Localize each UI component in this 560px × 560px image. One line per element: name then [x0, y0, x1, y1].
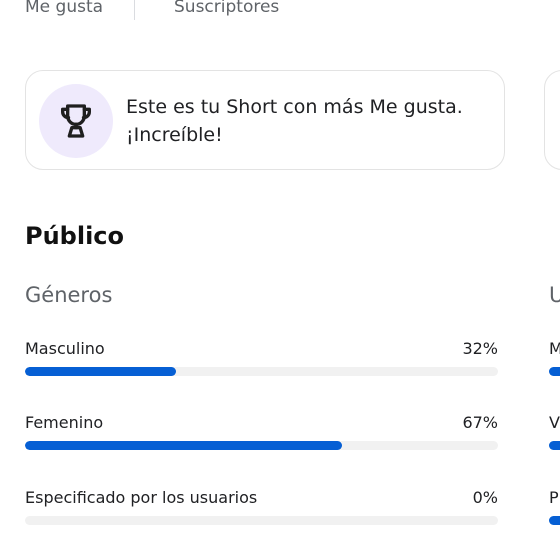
next-panel-title-peek: U [549, 283, 560, 307]
next-panel-row-peek: V [549, 413, 560, 453]
gender-percent: 67% [462, 413, 498, 432]
highlight-line-1: Este es tu Short con más Me gusta. [126, 96, 463, 118]
progress-fill [25, 367, 177, 376]
next-highlight-card-peek[interactable] [544, 70, 560, 170]
top-short-highlight-card[interactable]: Este es tu Short con más Me gusta. ¡Incr… [25, 70, 505, 170]
next-panel-row-peek: M [549, 339, 560, 379]
progress-track [25, 441, 498, 450]
trophy-badge [39, 84, 113, 158]
progress-track [25, 367, 498, 376]
gender-label: Femenino [25, 413, 104, 432]
gender-percent: 0% [472, 488, 498, 507]
stat-divider [134, 0, 135, 20]
peek-label: V [549, 413, 560, 432]
gender-percent: 32% [462, 339, 498, 358]
gender-label: Masculino [25, 339, 105, 358]
progress-fill [25, 441, 342, 450]
highlight-message: Este es tu Short con más Me gusta. ¡Incr… [126, 93, 496, 149]
gender-row-user-specified: Especificado por los usuarios 0% [25, 488, 498, 528]
trophy-icon [61, 104, 92, 138]
progress-track [25, 516, 498, 525]
highlight-line-2: ¡Increíble! [126, 124, 223, 146]
genders-title: Géneros [25, 283, 113, 307]
subscribers-stat-label: Suscriptores [174, 0, 280, 17]
gender-row-male: Masculino 32% [25, 339, 498, 379]
next-panel-row-peek: P [549, 488, 560, 528]
peek-progress-fill [549, 441, 560, 450]
likes-stat-label: Me gusta [25, 0, 104, 17]
peek-progress-fill [549, 516, 560, 525]
gender-row-female: Femenino 67% [25, 413, 498, 453]
stats-header: Me gusta Suscriptores [0, 0, 560, 22]
peek-label: P [549, 488, 559, 507]
peek-progress-fill [549, 367, 560, 376]
gender-label: Especificado por los usuarios [25, 488, 258, 507]
peek-label: M [549, 339, 560, 358]
audience-section-title: Público [25, 222, 125, 250]
